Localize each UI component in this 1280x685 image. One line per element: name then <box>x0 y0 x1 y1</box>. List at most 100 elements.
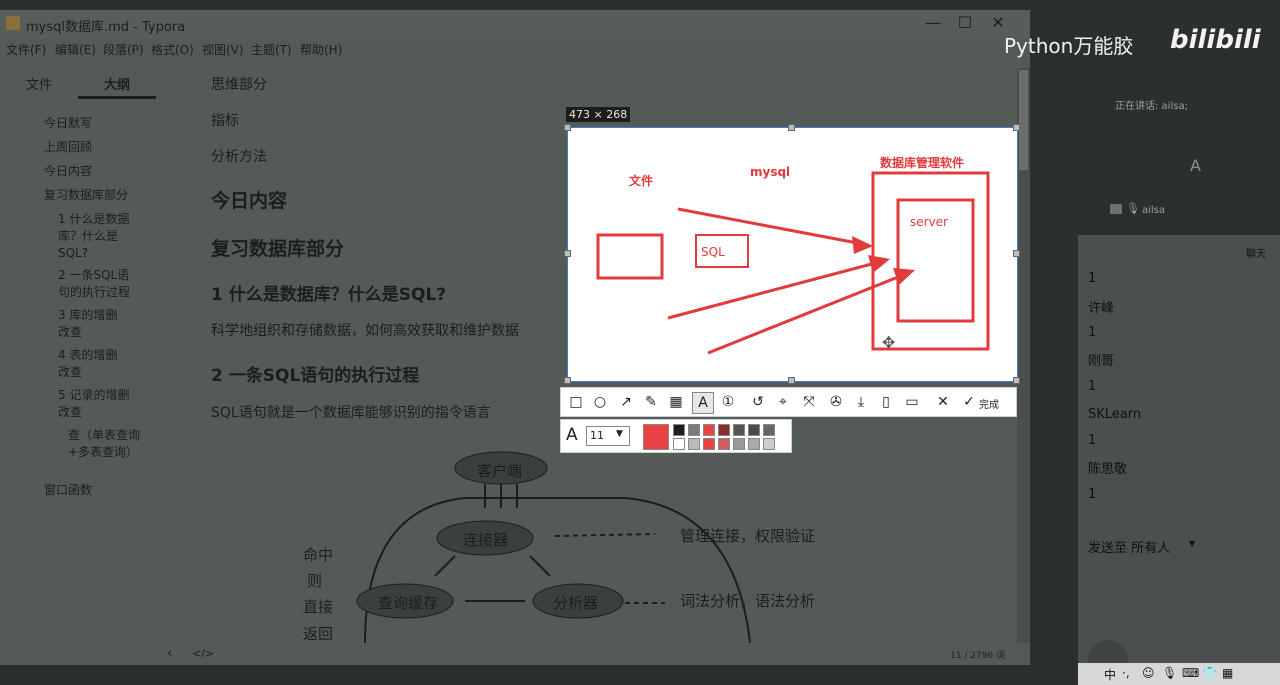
heading-review: 复习数据库部分 <box>211 238 345 260</box>
pin-icon[interactable]: ✇ <box>826 392 846 412</box>
capture-label-server: server <box>910 215 948 229</box>
bookmark-icon[interactable]: ▭ <box>902 392 922 412</box>
font-icon[interactable]: A <box>1190 156 1201 175</box>
color-swatch[interactable] <box>748 424 760 436</box>
chat-panel: 聊天 1 许峰 1 刚哥 1 SKLearn 1 陈思敬 1 发送至 所有人 ▼… <box>1078 235 1280 685</box>
ocr-icon[interactable]: ⌖ <box>773 392 793 412</box>
current-color-swatch[interactable] <box>643 424 669 450</box>
outline-item-what-is-db[interactable]: 1 什么是数据库？什么是SQL? <box>58 211 138 262</box>
outline-item-db-crud[interactable]: 3 库的增删改查 <box>58 307 128 341</box>
scrollbar[interactable] <box>1017 68 1030 643</box>
capture-label-dbms: 数据库管理软件 <box>880 156 965 170</box>
microphone-icon: 🎙 <box>1126 202 1140 215</box>
color-swatch[interactable] <box>718 424 730 436</box>
heading-what-is-db: 1 什么是数据库？什么是SQL? <box>211 285 447 305</box>
save-icon[interactable]: ⤓ <box>851 392 871 412</box>
color-swatch[interactable] <box>733 424 745 436</box>
typora-logo-icon <box>6 16 20 30</box>
color-swatch[interactable] <box>748 438 760 450</box>
color-swatch[interactable] <box>688 424 700 436</box>
active-tab-indicator <box>78 96 156 99</box>
speaking-indicator: 正在讲话: ailsa; <box>1115 101 1188 112</box>
done-button[interactable]: 完成 <box>979 396 999 411</box>
tab-files[interactable]: 文件 <box>26 74 52 93</box>
menu-edit[interactable]: 编辑(E) <box>55 41 96 58</box>
resize-handle[interactable] <box>1013 377 1020 384</box>
menu-grid-icon[interactable]: ▦ <box>1222 666 1233 680</box>
outline-item-today[interactable]: 今日内容 <box>44 163 92 180</box>
menu-file[interactable]: 文件(F) <box>6 41 46 58</box>
menu-theme[interactable]: 主题(T) <box>251 41 292 58</box>
long-capture-icon[interactable]: ▯ <box>876 392 896 412</box>
menu-paragraph[interactable]: 段落(P) <box>103 41 144 58</box>
source-code-icon[interactable]: </> <box>192 647 214 660</box>
ime-chinese-icon[interactable]: 中 <box>1104 666 1116 683</box>
rect-icon[interactable]: □ <box>566 392 586 412</box>
chevron-down-icon[interactable]: ▼ <box>1189 539 1195 548</box>
sketch-analyzer: 分析器 <box>553 594 599 612</box>
outline-item-review-db[interactable]: 复习数据库部分 <box>44 187 128 204</box>
chat-sender: 陈思敬 <box>1088 462 1128 477</box>
outline-item-dictation[interactable]: 今日默写 <box>44 115 92 132</box>
color-swatch[interactable] <box>763 438 775 450</box>
resize-handle[interactable] <box>1013 124 1020 131</box>
pen-icon[interactable]: ✎ <box>641 392 661 412</box>
word-count[interactable]: 11 / 2796 词 <box>950 648 1005 661</box>
arrow-icon[interactable]: ↗ <box>616 392 636 412</box>
cancel-icon[interactable]: ✕ <box>933 392 953 412</box>
capture-region[interactable]: 文件 mysql 数据库管理软件 server SQL ✥ <box>567 127 1018 382</box>
keyboard-icon[interactable]: ⌨ <box>1182 666 1199 680</box>
voice-icon[interactable]: 🎙 <box>1162 666 1177 680</box>
skin-icon[interactable]: 👕 <box>1202 666 1217 680</box>
color-swatch[interactable] <box>673 424 685 436</box>
color-swatch[interactable] <box>703 424 715 436</box>
tab-outline[interactable]: 大纲 <box>104 74 130 93</box>
resize-handle[interactable] <box>1013 250 1020 257</box>
color-swatch[interactable] <box>673 438 685 450</box>
menu-help[interactable]: 帮助(H) <box>300 41 342 58</box>
resize-handle[interactable] <box>788 377 795 384</box>
menu-format[interactable]: 格式(O) <box>151 41 194 58</box>
chat-message: 1 <box>1088 433 1097 448</box>
outline-item-window-fn[interactable]: 窗口函数 <box>44 482 92 499</box>
font-icon: A <box>566 425 578 445</box>
translate-icon[interactable]: ⤧ <box>799 392 819 412</box>
color-swatch[interactable] <box>703 438 715 450</box>
capture-label-mysql: mysql <box>750 165 791 179</box>
minimize-icon[interactable]: — <box>918 13 948 32</box>
resize-handle[interactable] <box>564 124 571 131</box>
font-size-select[interactable]: 11 ▼ <box>586 426 630 446</box>
outline-item-record-crud[interactable]: 5 记录的增删改查 <box>58 387 138 421</box>
check-icon[interactable]: ✓ <box>959 392 979 412</box>
resize-handle[interactable] <box>788 124 795 131</box>
chat-sender: SKLearn <box>1088 407 1142 422</box>
sketch-side-note: 直接 <box>303 598 334 616</box>
chevron-left-icon[interactable]: ‹ <box>167 646 172 661</box>
outline-item-sql-process[interactable]: 2 一条SQL语句的执行过程 <box>58 267 138 301</box>
color-swatch[interactable] <box>733 438 745 450</box>
undo-icon[interactable]: ↺ <box>748 392 768 412</box>
outline-item-table-crud[interactable]: 4 表的增删改查 <box>58 347 128 381</box>
send-to-select[interactable]: 发送至 所有人 <box>1088 537 1170 556</box>
circle-icon[interactable]: ○ <box>590 392 610 412</box>
text-icon[interactable]: A <box>692 392 714 414</box>
color-swatch[interactable] <box>718 438 730 450</box>
color-swatch[interactable] <box>688 438 700 450</box>
chat-sender: 许峰 <box>1088 301 1115 316</box>
resize-handle[interactable] <box>564 377 571 384</box>
mosaic-icon[interactable]: ▦ <box>666 392 686 412</box>
capture-size-label: 473 × 268 <box>566 107 631 122</box>
chat-sender: 刚哥 <box>1088 354 1115 369</box>
number-icon[interactable]: ① <box>718 392 738 412</box>
color-swatch[interactable] <box>763 424 775 436</box>
outline-item-last-week[interactable]: 上周回顾 <box>44 139 92 156</box>
scrollbar-thumb[interactable] <box>1019 70 1028 170</box>
participant-name: ailsa <box>1142 205 1166 216</box>
punctuation-icon[interactable]: ·, <box>1122 666 1130 680</box>
emoji-icon[interactable]: ☺ <box>1142 666 1155 680</box>
resize-handle[interactable] <box>564 250 571 257</box>
menu-view[interactable]: 视图(V) <box>202 41 244 58</box>
sketch-connector-note: 管理连接，权限验证 <box>680 527 816 545</box>
maximize-icon[interactable]: ☐ <box>950 13 980 32</box>
outline-item-query[interactable]: 查（单表查询+多表查询） <box>68 427 148 461</box>
